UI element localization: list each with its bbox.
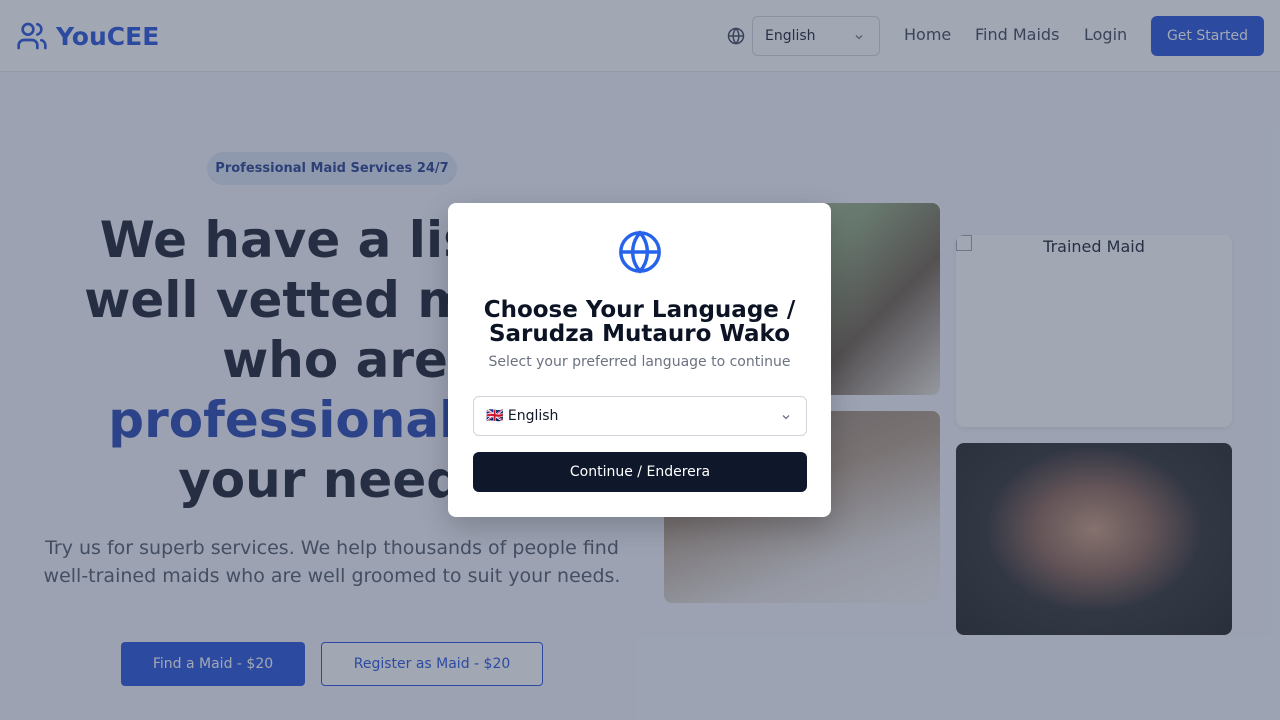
modal-title: Choose Your Language / Sarudza Mutauro W… — [483, 297, 796, 347]
globe-icon — [619, 230, 661, 274]
modal-language-value: 🇬🇧 English — [486, 408, 559, 424]
modal-language-select[interactable]: 🇬🇧 English — [473, 396, 807, 436]
continue-button[interactable]: Continue / Enderera — [473, 452, 807, 492]
language-modal: Choose Your Language / Sarudza Mutauro W… — [448, 203, 831, 517]
modal-subtitle: Select your preferred language to contin… — [488, 354, 791, 370]
chevron-down-icon — [782, 415, 790, 420]
